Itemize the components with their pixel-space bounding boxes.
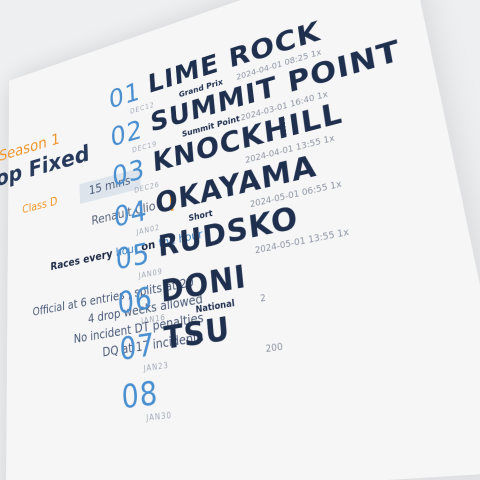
round-date: JAN30 — [146, 410, 173, 423]
round-track: DONI — [159, 258, 249, 311]
races-prefix: Races every — [50, 246, 113, 273]
round-number: 08 — [120, 374, 160, 417]
rounds-list: 01 LIME ROCK DEC12 Grand Prix 2024-04-01… — [107, 0, 480, 480]
series-poster: Season 1 op Fixed Class D 15 mins Renaul… — [0, 0, 480, 480]
class-tag: Class D — [22, 195, 58, 217]
round-date: JAN23 — [143, 360, 170, 374]
round-start: 200 — [265, 341, 284, 356]
round-start: 2 — [259, 293, 267, 305]
stage: Season 1 op Fixed Class D 15 mins Renaul… — [0, 0, 480, 480]
round-track: TSU — [162, 310, 232, 358]
